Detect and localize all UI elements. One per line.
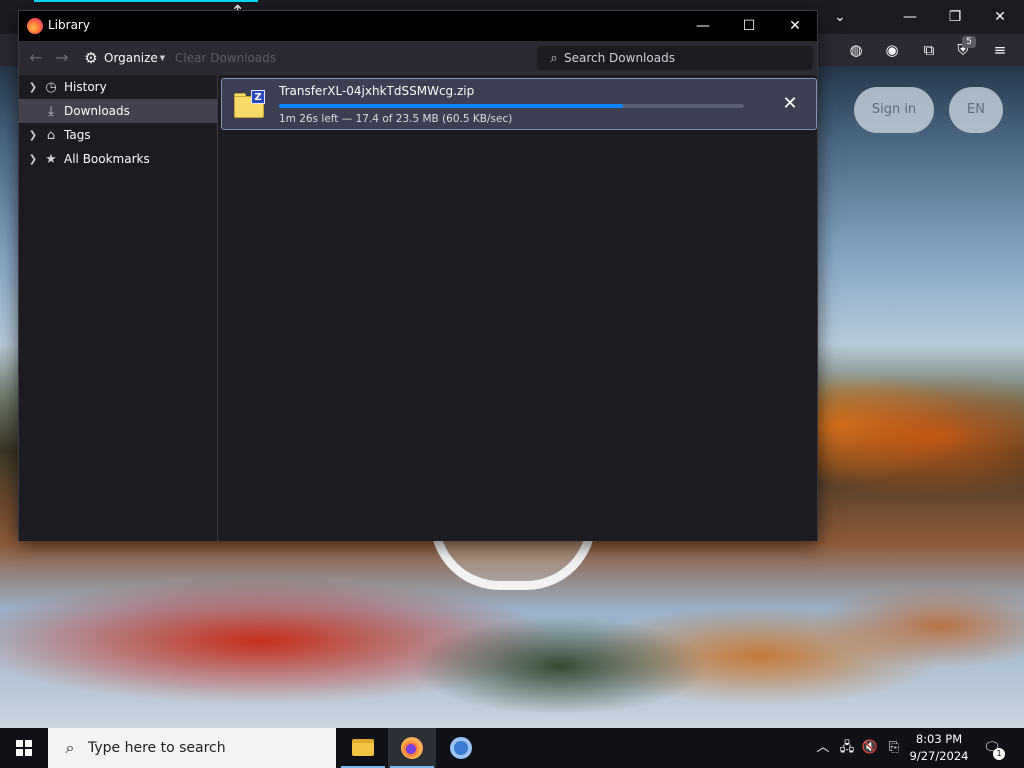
sidebar-item-downloads[interactable]: ⤓ Downloads — [19, 99, 217, 123]
download-progress-bar — [279, 104, 744, 108]
library-title: Library — [48, 18, 90, 32]
windows-logo-icon — [16, 740, 32, 756]
taskbar-search-box[interactable]: ⌕ Type here to search — [48, 728, 336, 768]
organize-label: Organize — [104, 51, 158, 65]
clear-downloads-button[interactable]: Clear Downloads — [175, 51, 276, 65]
chevron-right-icon[interactable]: ❯ — [27, 82, 39, 93]
close-button[interactable]: ✕ — [772, 11, 818, 41]
sidebar-item-label: History — [64, 80, 107, 94]
chrome-icon — [450, 737, 472, 759]
sidebar-item-label: Tags — [64, 128, 91, 142]
clock-icon: ◷ — [45, 79, 57, 95]
language-button[interactable]: EN — [949, 87, 1003, 133]
network-icon[interactable]: 🖧 — [837, 738, 857, 758]
account-icon[interactable]: ◉ — [880, 38, 904, 62]
firefox-icon — [401, 737, 423, 759]
sidebar-item-label: Downloads — [64, 104, 130, 118]
clock-time: 8:03 PM — [915, 732, 963, 746]
device-icon[interactable]: ⎘ — [884, 738, 904, 758]
gear-icon: ⚙ — [84, 49, 98, 67]
cancel-download-button[interactable]: ✕ — [779, 93, 801, 115]
sign-in-button[interactable]: Sign in — [854, 87, 934, 133]
firefox-taskbar-button[interactable] — [388, 728, 436, 768]
extensions-puzzle-icon[interactable]: ⧉ — [917, 38, 941, 62]
browser-close-button[interactable]: ✕ — [986, 6, 1014, 28]
volume-muted-icon[interactable]: 🔇 — [860, 738, 880, 758]
maximize-button[interactable]: ☐ — [726, 11, 772, 41]
minimize-button[interactable]: — — [680, 11, 726, 41]
forward-arrow-icon[interactable]: → — [53, 49, 71, 67]
folder-icon — [352, 739, 374, 756]
download-progress-fill — [279, 104, 624, 108]
library-toolbar: ← → ⚙ Organize ▼ Clear Downloads ⌕ — [19, 41, 817, 75]
browser-restore-button[interactable]: ❐ — [941, 6, 969, 28]
extension-badge: 5 — [962, 36, 976, 48]
sidebar-item-tags[interactable]: ❯ ⌂ Tags — [19, 123, 217, 147]
file-explorer-taskbar-button[interactable] — [339, 728, 387, 768]
search-downloads-box[interactable]: ⌕ — [537, 46, 813, 70]
chrome-taskbar-button[interactable] — [437, 728, 485, 768]
sidebar-item-label: All Bookmarks — [64, 152, 150, 166]
hamburger-menu-icon[interactable]: ≡ — [988, 38, 1012, 62]
library-sidebar: ❯ ◷ History ⤓ Downloads ❯ ⌂ Tags ❯ ★ All… — [19, 75, 218, 541]
search-downloads-input[interactable] — [564, 48, 812, 68]
taskbar: ⌕ Type here to search ︿ 🖧 🔇 ⎘ 8:03 PM 9/… — [0, 728, 1024, 768]
sidebar-item-history[interactable]: ❯ ◷ History — [19, 75, 217, 99]
library-titlebar[interactable]: Library — ☐ ✕ — [19, 11, 817, 41]
tags-icon: ⌂ — [46, 127, 56, 143]
download-icon: ⤓ — [48, 103, 54, 119]
zip-file-icon: Z — [234, 90, 266, 118]
chevron-right-icon[interactable]: ❯ — [27, 130, 39, 141]
organize-button[interactable]: ⚙ Organize ▼ — [83, 48, 165, 68]
show-hidden-icons-chevron-icon[interactable]: ︿ — [814, 738, 832, 758]
browser-minimize-button[interactable]: — — [896, 6, 924, 28]
downloads-list: Z TransferXL-04jxhkTdSSMWcg.zip 1m 26s l… — [219, 75, 817, 541]
notification-count: 1 — [993, 748, 1005, 760]
taskbar-search-placeholder: Type here to search — [88, 740, 226, 756]
library-window: Library — ☐ ✕ ← → ⚙ Organize ▼ Clear Dow… — [18, 10, 818, 541]
clock-date: 9/27/2024 — [909, 749, 969, 763]
start-button[interactable] — [0, 728, 48, 768]
chevron-right-icon[interactable]: ❯ — [27, 154, 39, 165]
active-tab-indicator — [34, 0, 258, 2]
star-icon: ★ — [45, 151, 57, 167]
taskbar-clock[interactable]: 8:03 PM 9/27/2024 — [906, 731, 972, 765]
download-status: 1m 26s left — 17.4 of 23.5 MB (60.5 KB/s… — [279, 113, 513, 125]
search-icon: ⌕ — [550, 50, 558, 66]
firefox-logo-icon — [27, 18, 43, 34]
tab-list-chevron-icon[interactable]: ⌄ — [826, 6, 854, 28]
vpn-globe-icon[interactable]: ◍ — [844, 38, 868, 62]
download-filename: TransferXL-04jxhkTdSSMWcg.zip — [279, 84, 475, 98]
back-arrow-icon[interactable]: ← — [27, 49, 45, 67]
chevron-down-icon: ▼ — [159, 54, 166, 62]
download-item[interactable]: Z TransferXL-04jxhkTdSSMWcg.zip 1m 26s l… — [221, 78, 817, 130]
sidebar-item-all-bookmarks[interactable]: ❯ ★ All Bookmarks — [19, 147, 217, 171]
search-icon: ⌕ — [65, 738, 75, 757]
